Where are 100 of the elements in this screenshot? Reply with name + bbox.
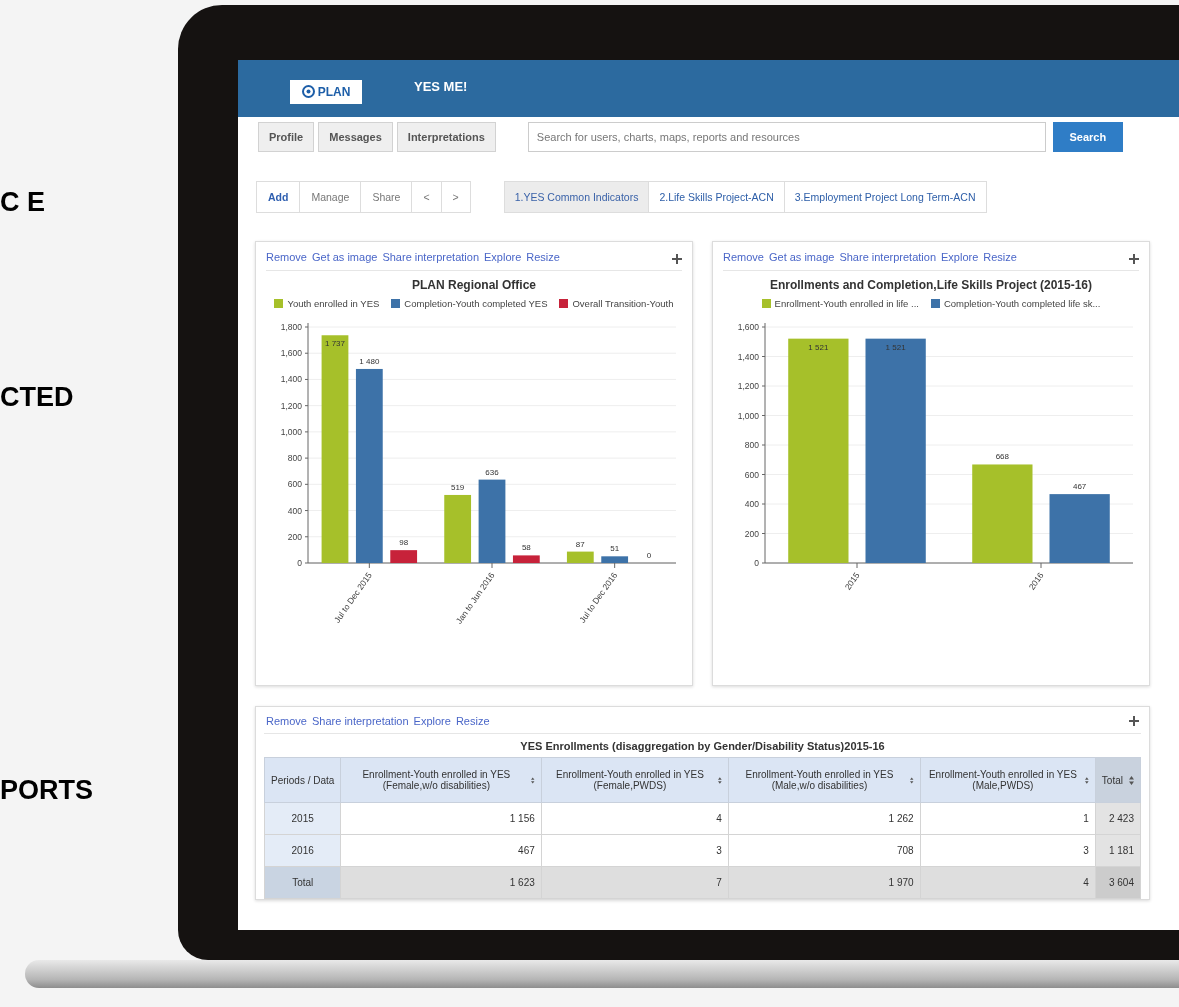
table-cell: 708 [728, 834, 921, 867]
chart-bar [512, 555, 540, 563]
chart-bar [390, 550, 418, 563]
legend-label[interactable]: Enrollment-Youth enrolled in life ... [774, 298, 919, 309]
panel-link[interactable]: Get as image [311, 251, 378, 263]
chart-title: PLAN Regional Office [411, 278, 537, 292]
column-header[interactable]: Enrollment-Youth enrolled in YES (Female,PWDS) [541, 757, 729, 803]
chart-bar [566, 551, 594, 563]
table-cell: 4 [541, 802, 729, 835]
heading-text: C E [0, 186, 46, 219]
sort-icon[interactable] [910, 775, 914, 785]
table-cell: 7 [541, 866, 729, 899]
sort-icon[interactable] [718, 775, 722, 785]
axis-label: 600 [287, 479, 302, 490]
axis-label: 1,400 [737, 351, 759, 362]
data-label: 0 [646, 551, 652, 560]
data-label: 1 521 [808, 342, 829, 352]
legend-label[interactable]: Youth enrolled in YES [287, 298, 380, 309]
legend-label[interactable]: Completion-Youth completed life sk... [943, 298, 1101, 309]
axis-label: 0 [297, 558, 302, 568]
table-cell: 4 [920, 866, 1096, 899]
column-header[interactable]: Enrollment-Youth enrolled in YES (Female,w/o disabilities) [340, 757, 542, 803]
search-button[interactable]: Search [1052, 122, 1123, 152]
sort-icon[interactable] [531, 775, 535, 785]
table-cell: 1 623 [340, 866, 542, 899]
column-header[interactable]: Total [1095, 757, 1141, 803]
data-label: 519 [450, 482, 465, 492]
column-header[interactable]: Enrollment-Youth enrolled in YES (Male,PWDS) [920, 757, 1096, 803]
table-cell: 2016 [264, 834, 341, 867]
axis-label: 200 [287, 531, 302, 542]
sort-icon[interactable] [1128, 775, 1134, 785]
nav-button[interactable]: Profile [258, 122, 315, 152]
search-field[interactable]: Search for users, charts, maps, reports and resources [527, 122, 1046, 152]
panel-link[interactable]: Resize [983, 251, 1017, 263]
axis-label: 400 [287, 505, 302, 516]
data-label: 58 [521, 543, 531, 553]
table-title: YES Enrollments (disaggregation by Gender/Disability Status)2015-16 [519, 740, 886, 752]
heading-text: CTED [0, 381, 75, 414]
data-label: 98 [399, 538, 409, 548]
axis-label: 1,200 [737, 381, 759, 391]
panel-link[interactable]: Remove [266, 251, 307, 263]
sort-icon[interactable] [1085, 775, 1089, 785]
axis-label: 1,000 [280, 426, 302, 437]
heading-text: PORTS [0, 774, 94, 807]
nav-button[interactable]: Messages [318, 122, 393, 152]
logo-icon [301, 85, 315, 98]
plus-icon[interactable] [1129, 254, 1139, 264]
data-label: 467 [1072, 482, 1087, 492]
axis-label: 800 [287, 453, 302, 464]
chart-bar [601, 556, 629, 563]
panel-link[interactable]: Share interpretation [382, 251, 479, 263]
axis-label: 1,600 [737, 322, 759, 332]
plus-icon[interactable] [672, 254, 682, 264]
table-cell: Total [264, 866, 341, 899]
axis-label: 800 [744, 440, 759, 450]
panel-link[interactable]: Share interpretation [839, 251, 936, 263]
axis-label: 1,200 [280, 400, 302, 411]
plus-icon[interactable] [1129, 716, 1139, 726]
table-cell: 1 [920, 802, 1096, 835]
chart-bar [444, 494, 472, 563]
table-cell: 1 156 [340, 802, 542, 835]
logo: PLAN [290, 79, 362, 104]
data-label: 668 [995, 452, 1010, 462]
data-label: 1 737 [324, 339, 345, 349]
table-cell: 2015 [264, 802, 341, 835]
axis-label: 0 [754, 558, 759, 568]
app-title: YES ME! [414, 79, 468, 94]
table-cell: 3 [920, 834, 1096, 867]
data-label: 87 [575, 539, 585, 549]
table-cell: 3 [541, 834, 729, 867]
legend-label[interactable]: Completion-Youth completed YES [404, 298, 548, 309]
panel-link[interactable]: Remove [266, 715, 307, 727]
dashboard-tab[interactable]: 1.YES Common Indicators [504, 182, 649, 212]
axis-label: 1,800 [280, 322, 302, 332]
data-label: 636 [485, 467, 499, 477]
panel-link[interactable]: Resize [455, 715, 490, 727]
axis-label: 1,600 [280, 348, 302, 359]
table-cell: 467 [340, 834, 542, 867]
data-label: 1 480 [359, 356, 380, 366]
table-cell: 1 970 [728, 866, 921, 899]
panel-link[interactable]: Remove [723, 251, 764, 263]
panel-link[interactable]: Explore [941, 251, 979, 263]
chart-bar [1049, 494, 1110, 563]
axis-label: 400 [744, 499, 759, 509]
panel-link[interactable]: Explore [484, 251, 522, 263]
axis-label: 1,000 [737, 410, 759, 421]
nav-button[interactable]: Interpretations [396, 122, 496, 152]
panel-link[interactable]: Get as image [768, 251, 835, 263]
data-label: 51 [610, 544, 620, 554]
chart-title: Enrollments and Completion,Life Skills Project (2015-16) [768, 278, 1094, 292]
axis-label: 600 [744, 469, 759, 480]
data-label: 1 521 [885, 342, 906, 352]
panel-link[interactable]: Share interpretation [311, 715, 409, 727]
column-header[interactable]: Periods / Data [264, 757, 341, 803]
axis-label: 1,400 [280, 374, 302, 385]
axis-label: 200 [744, 528, 759, 539]
panel-link[interactable]: Explore [413, 715, 451, 727]
legend-label[interactable]: Overall Transition-Youth [572, 298, 674, 309]
panel-link[interactable]: Resize [526, 251, 560, 263]
column-header[interactable]: Enrollment-Youth enrolled in YES (Male,w/o disabilities) [728, 757, 921, 803]
